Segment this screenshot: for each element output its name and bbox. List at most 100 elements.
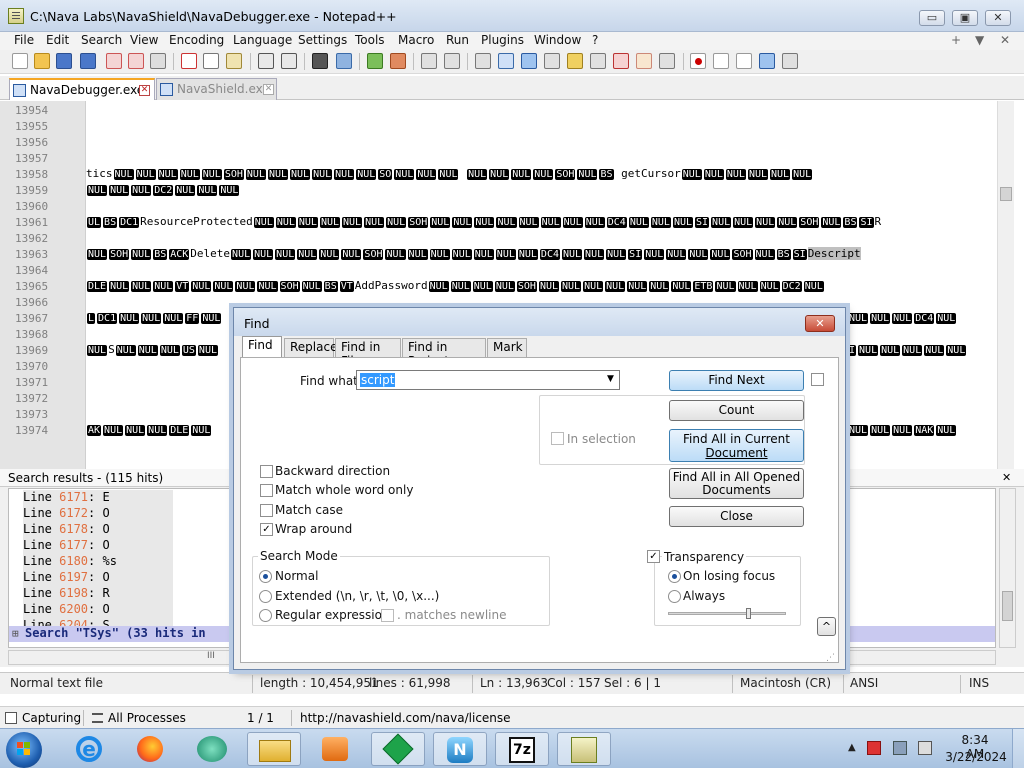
show-hidden-icons[interactable]: ▲ [848,742,856,753]
play-macro-icon[interactable] [736,53,752,69]
close-icon[interactable]: ✕ [139,85,150,96]
results-vertical-scrollbar[interactable] [999,488,1016,648]
minimize-button[interactable]: ▭ [919,10,945,26]
tab-find-in-projects[interactable]: Find in Projects [402,338,486,368]
result-line[interactable]: Line 6198: R [23,586,173,602]
paste-icon[interactable] [226,53,242,69]
match-case-label[interactable]: Match case [275,503,343,517]
scrollbar-thumb[interactable] [1000,187,1012,201]
backward-direction-label[interactable]: Backward direction [275,464,390,478]
tab-navadebugger[interactable]: NavaDebugger.exe ✕ [9,78,155,100]
media-app-icon[interactable] [186,732,240,766]
result-line[interactable]: Line 6177: O [23,538,173,554]
close-window-button[interactable]: ✕ [985,10,1011,26]
save-macro-icon[interactable] [782,53,798,69]
on-losing-focus-label[interactable]: On losing focus [683,569,775,583]
capture-icon[interactable] [5,712,17,724]
in-selection-checkbox[interactable] [551,432,564,445]
result-line[interactable]: Line 6197: O [23,570,173,586]
zoom-in-icon[interactable] [367,53,383,69]
capture-url[interactable]: http://navashield.com/nava/license [300,711,511,725]
save-icon[interactable] [56,53,72,69]
start-button[interactable] [6,732,42,768]
replace-icon[interactable] [336,53,352,69]
save-all-icon[interactable] [80,53,96,69]
menu-plugins[interactable]: Plugins [481,33,524,47]
regex-radio[interactable] [259,609,272,622]
tab-navashield[interactable]: NavaShield.exe ✕ [156,78,277,100]
show-all-characters-icon[interactable] [498,53,514,69]
volume-icon[interactable] [918,741,932,755]
on-losing-focus-radio[interactable] [668,570,681,583]
code-line[interactable]: NUL NUL NUL DC2 NUL NUL NUL [86,183,997,196]
processes-filter[interactable]: All Processes [108,711,186,725]
sync-horizontal-icon[interactable] [444,53,460,69]
internet-explorer-icon[interactable]: e [63,732,117,766]
menu-window[interactable]: Window [534,33,581,47]
menu-settings[interactable]: Settings [298,33,347,47]
find-next-button[interactable]: Find Next [669,370,804,391]
transparency-checkbox[interactable]: ✓ [647,550,660,563]
undo-icon[interactable] [258,53,274,69]
capturing-label[interactable]: Capturing [22,711,81,725]
match-whole-word-checkbox[interactable] [260,484,273,497]
green-diamond-app-icon[interactable] [371,732,425,766]
extended-radio[interactable] [259,590,272,603]
tab-mark[interactable]: Mark [487,338,527,357]
user-language-icon[interactable] [544,53,560,69]
menu-help[interactable]: ? [592,33,598,47]
find-next-toggle-checkbox[interactable] [811,373,824,386]
run-macro-multiple-icon[interactable] [759,53,775,69]
code-line[interactable]: tics NUL NUL NUL NUL NUL SOH NUL NUL NUL NUL NUL NUL… [86,167,997,180]
code-line[interactable]: DLE NUL NUL NUL VT NUL NUL NUL NUL SOH NUL BS VT AddP… [86,279,997,292]
indent-guide-icon[interactable] [521,53,537,69]
code-line-fragment[interactable]: NUL NUL NUL NAK NUL [847,423,997,436]
find-what-combobox[interactable]: script ▼ [356,370,620,390]
redo-icon[interactable] [281,53,297,69]
transparency-slider[interactable] [668,608,786,619]
scrollbar-thumb[interactable] [1002,591,1013,621]
result-line[interactable]: Line 6200: O [23,602,173,618]
collapse-button[interactable]: ^ [817,617,836,636]
close-button[interactable]: Close [669,506,804,527]
always-radio[interactable] [668,590,681,603]
expand-icon[interactable]: ⊞ [12,627,19,640]
find-all-in-all-opened-documents-button[interactable]: Find All in All Opened Documents [669,468,804,499]
sync-vertical-icon[interactable] [421,53,437,69]
close-file-icon[interactable] [106,53,122,69]
tab-find-in-files[interactable]: Find in Files [335,338,401,368]
new-file-icon[interactable] [12,53,28,69]
count-button[interactable]: Count [669,400,804,421]
editor-vertical-scrollbar[interactable] [997,101,1014,469]
7zip-icon[interactable]: 7z [495,732,549,766]
close-icon[interactable]: ✕ [1002,471,1011,484]
close-icon[interactable]: ✕ [263,84,274,95]
result-line[interactable]: Line 6180: %s [23,554,173,570]
regex-label[interactable]: Regular expression [275,608,390,622]
normal-radio[interactable] [259,570,272,583]
menu-encoding[interactable]: Encoding [169,33,224,47]
chevron-down-icon[interactable]: ▼ [607,374,614,384]
print-icon[interactable] [150,53,166,69]
record-macro-icon[interactable] [690,53,706,69]
menu-language[interactable]: Language [233,33,292,47]
network-icon[interactable] [893,741,907,755]
media-player-icon[interactable] [309,732,363,766]
slider-thumb[interactable] [746,608,751,619]
find-what-input[interactable]: script [360,373,396,387]
code-line[interactable]: NUL SOH NUL BS ACK Delete NUL NUL NUL NUL NUL NUL SO… [86,247,997,260]
new-tab-icon[interactable]: + [951,33,961,47]
stop-macro-icon[interactable] [713,53,729,69]
open-file-icon[interactable] [34,53,50,69]
match-case-checkbox[interactable] [260,504,273,517]
monitoring-icon[interactable] [636,53,652,69]
result-line[interactable]: Line 6171: E [23,490,173,506]
window-titlebar[interactable]: C:\Nava Labs\NavaShield\NavaDebugger.exe… [0,0,1024,32]
menu-run[interactable]: Run [446,33,469,47]
doc-map-icon[interactable] [567,53,583,69]
find-all-in-current-document-button[interactable]: Find All in Current Document [669,429,804,462]
copy-icon[interactable] [203,53,219,69]
code-line[interactable]: UL BS DC1 ResourceProtected NUL NUL NUL NUL NUL N… [86,215,997,228]
code-line-fragment[interactable]: NUL NUL NUL DC4 NUL [847,311,997,324]
action-center-icon[interactable] [867,741,881,755]
